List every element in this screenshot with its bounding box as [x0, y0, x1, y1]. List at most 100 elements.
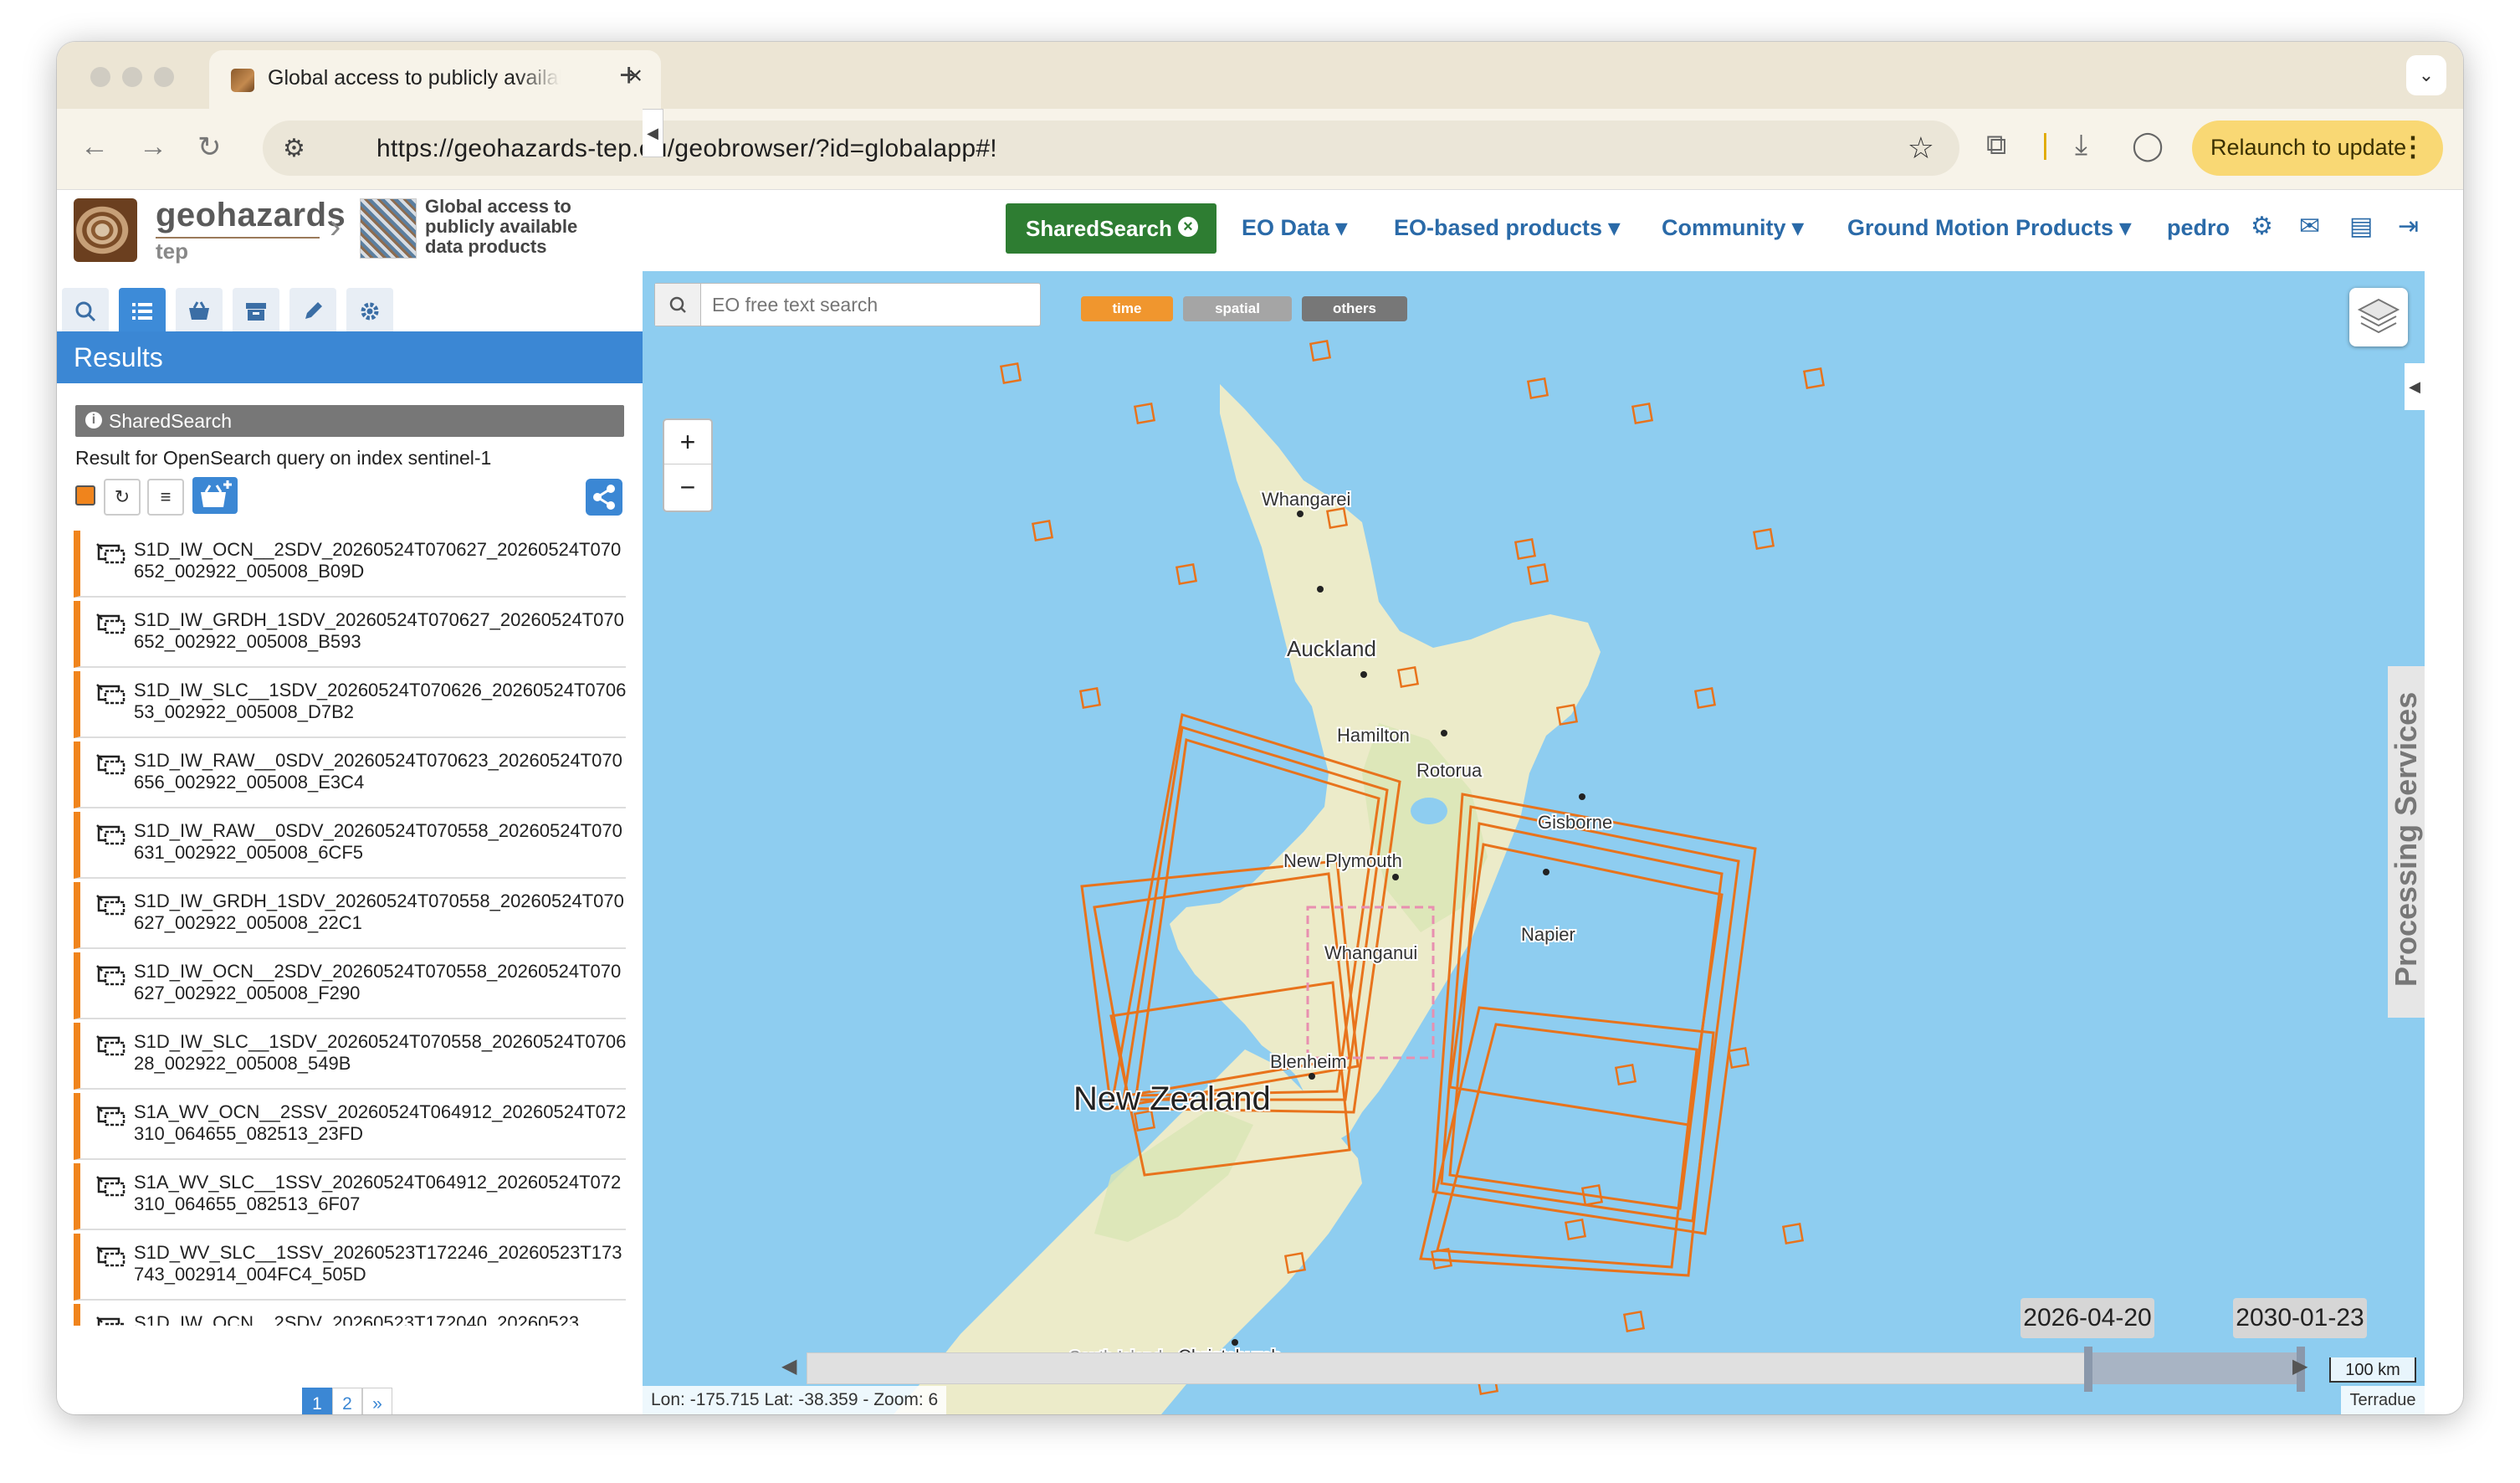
result-item[interactable]: S1D_IW_RAW__0SDV_20260524T070558_2026052… — [74, 812, 626, 879]
timeline-right-arrow-icon[interactable]: ▶ — [2292, 1354, 2307, 1378]
menu-eo-data[interactable]: EO Data ▾ — [1242, 215, 1347, 241]
page-1[interactable]: 1 — [302, 1388, 332, 1414]
url-text[interactable]: https://geohazards-tep.eu/geobrowser/?id… — [376, 135, 997, 163]
user-name[interactable]: pedro — [2167, 215, 2230, 241]
search-button[interactable] — [655, 284, 701, 326]
result-item[interactable]: S1D_IW_OCN__2SDV_20260524T070558_2026052… — [74, 952, 626, 1019]
bookmark-star-icon[interactable]: ☆ — [1908, 131, 1934, 166]
maximize-window-icon[interactable] — [154, 67, 174, 87]
eo-search-input[interactable] — [710, 290, 1032, 319]
settings-tab[interactable] — [346, 288, 393, 335]
zoom-out-button[interactable]: − — [664, 465, 711, 509]
label-rotorua: Rotorua — [1416, 760, 1483, 781]
result-name: S1D_IW_SLC__1SDV_20260524T070626_2026052… — [134, 680, 626, 722]
menu-community[interactable]: Community ▾ — [1662, 215, 1804, 241]
map-attribution[interactable]: Terradue — [2341, 1386, 2425, 1414]
app-title: Global access to publicly available data… — [425, 196, 578, 257]
result-item[interactable]: S1D_IW_SLC__1SDV_20260524T070558_2026052… — [74, 1023, 626, 1090]
extensions-icon[interactable]: ⧉ — [1986, 129, 2006, 162]
relaunch-button[interactable]: Relaunch to update ⋮ — [2192, 121, 2443, 176]
result-item[interactable]: S1A_WV_OCN__2SSV_20260524T064912_2026052… — [74, 1093, 626, 1160]
result-item[interactable]: S1A_WV_SLC__1SSV_20260524T064912_2026052… — [74, 1163, 626, 1230]
satellite-footprint-icon — [96, 824, 125, 845]
result-item[interactable]: S1D_WV_SLC__1SSV_20260523T172246_2026052… — [74, 1234, 626, 1301]
city-dot — [1297, 511, 1304, 517]
archive-tab[interactable] — [233, 288, 279, 335]
result-name: S1D_WV_SLC__1SSV_20260523T172246_2026052… — [134, 1242, 622, 1285]
logo-name[interactable]: geohazards — [156, 197, 346, 234]
result-item[interactable]: S1D_IW_SLC__1SDV_20260524T070626_2026052… — [74, 671, 626, 738]
result-name: S1D_IW_OCN__2SDV_20260524T070558_2026052… — [134, 961, 622, 1003]
basket-tab[interactable] — [176, 288, 223, 335]
scale-bar: 100 km — [2329, 1357, 2416, 1383]
browser-tab[interactable]: Global access to publicly available data… — [209, 50, 661, 109]
result-item[interactable]: S1D_IW_GRDH_1SDV_20260524T070627_2026052… — [74, 601, 626, 668]
collapse-panel-icon[interactable]: ◀ — [643, 109, 663, 157]
result-item[interactable]: S1D_IW_RAW__0SDV_20260524T070623_2026052… — [74, 742, 626, 808]
satellite-footprint-icon — [96, 1106, 125, 1126]
download-icon[interactable]: ⤓ — [2075, 129, 2087, 162]
time-slider[interactable]: ◀ 2026-04-20 2030-01-23 ▶ — [781, 1298, 2367, 1392]
others-filter-chip[interactable]: others — [1302, 296, 1407, 321]
more-menu-icon[interactable]: ⋮ — [2400, 131, 2426, 162]
book-icon[interactable]: ▤ — [2349, 212, 2373, 241]
refresh-button[interactable]: ↻ — [104, 479, 141, 516]
layers-button[interactable] — [2349, 288, 2408, 346]
shared-search-bar: i SharedSearch — [75, 405, 624, 437]
tab-favicon-icon — [231, 69, 254, 92]
time-filter-chip[interactable]: time — [1081, 296, 1173, 321]
label-napier: Napier — [1521, 924, 1575, 945]
spatial-filter-chip[interactable]: spatial — [1183, 296, 1292, 321]
close-circle-icon[interactable]: × — [1178, 217, 1198, 237]
shared-search-label: SharedSearch — [1026, 216, 1172, 241]
forward-icon[interactable]: → — [139, 131, 167, 163]
timeline-start-handle[interactable] — [2084, 1347, 2092, 1392]
expand-right-panel-icon[interactable]: ◀ — [2405, 363, 2425, 410]
results-title: Results — [74, 342, 163, 372]
address-bar[interactable]: ⚙ https://geohazards-tep.eu/geobrowser/?… — [263, 121, 1959, 176]
result-name: S1D_IW_GRDH_1SDV_20260524T070558_2026052… — [134, 890, 624, 933]
city-dot — [1543, 869, 1549, 875]
menu-eo-based-products[interactable]: EO-based products ▾ — [1394, 215, 1620, 241]
logout-icon[interactable]: ⇥ — [2398, 212, 2419, 241]
page-next[interactable]: » — [362, 1388, 392, 1414]
tab-title: Global access to publicly available data… — [268, 66, 561, 90]
cog-icon — [361, 302, 379, 321]
reload-icon[interactable]: ↻ — [197, 131, 222, 164]
zoom-in-button[interactable]: + — [664, 420, 711, 464]
add-to-basket-button[interactable] — [192, 477, 238, 514]
timeline-track[interactable]: 2026-04-20 2030-01-23 — [807, 1298, 2367, 1392]
tab-search-button[interactable]: ⌄ — [2406, 55, 2446, 95]
timeline-left-arrow-icon[interactable]: ◀ — [781, 1354, 796, 1378]
result-item[interactable]: S1D_IW_OCN__2SDV_20260524T070627_2026052… — [74, 531, 626, 598]
search-tab[interactable] — [62, 288, 109, 335]
result-item[interactable]: S1D_IW_GRDH_1SDV_20260524T070558_2026052… — [74, 882, 626, 949]
label-new-plymouth: New Plymouth — [1283, 850, 1402, 871]
shared-search-button[interactable]: SharedSearch × — [1006, 203, 1216, 254]
list-view-button[interactable]: ≡ — [147, 479, 184, 516]
edit-tab[interactable] — [289, 288, 336, 335]
map-view[interactable]: Whangarei Auckland Hamilton Rotorua Gisb… — [643, 271, 2425, 1414]
timeline-range[interactable] — [2086, 1352, 2298, 1384]
share-button[interactable] — [586, 479, 622, 516]
map-canvas[interactable]: Whangarei Auckland Hamilton Rotorua Gisb… — [643, 271, 2425, 1414]
processing-services-tab[interactable]: Processing Services — [2388, 666, 2425, 1018]
app-thumbnail — [360, 198, 417, 259]
menu-ground-motion-products[interactable]: Ground Motion Products ▾ — [1847, 215, 2131, 241]
mail-icon[interactable]: ✉ — [2299, 212, 2320, 241]
new-tab-button[interactable]: + — [619, 57, 638, 95]
result-item[interactable]: S1D_IW_OCN__2SDV_20260523T172040_2026052… — [74, 1304, 626, 1326]
geohazards-logo-icon[interactable] — [74, 198, 137, 262]
page-2[interactable]: 2 — [332, 1388, 362, 1414]
label-whanganui: Whanganui — [1324, 942, 1417, 963]
settings-gear-icon[interactable]: ⚙ — [2251, 212, 2273, 241]
close-window-icon[interactable] — [90, 67, 110, 87]
back-icon[interactable]: ← — [80, 131, 109, 163]
profile-icon[interactable]: ◯ — [2132, 129, 2164, 162]
minimize-window-icon[interactable] — [122, 67, 142, 87]
site-settings-icon[interactable]: ⚙ — [283, 134, 305, 163]
city-dot — [1360, 671, 1367, 678]
label-new-zealand: New Zealand — [1073, 1080, 1271, 1117]
select-all-checkbox[interactable] — [75, 485, 95, 505]
results-list-tab[interactable] — [119, 288, 166, 335]
